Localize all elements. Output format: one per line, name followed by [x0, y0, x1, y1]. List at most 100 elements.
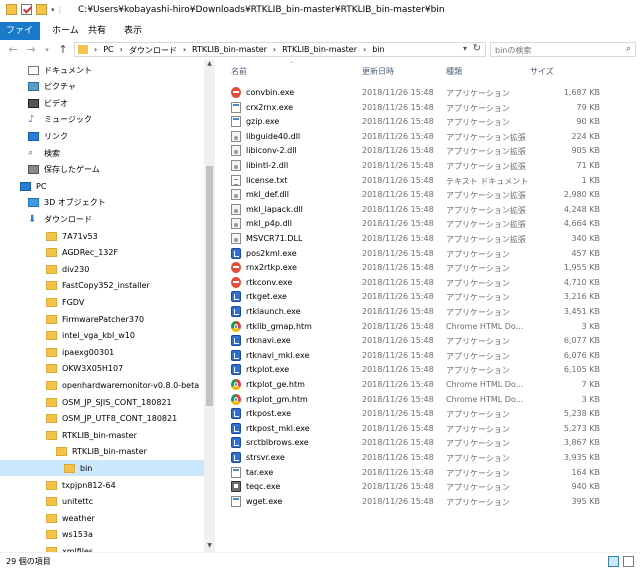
file-row[interactable]: rtkpost.exe 2018/11/26 15:48 アプリケーション 5,238… [228, 406, 628, 421]
file-row[interactable]: mkl_p4p.dll 2018/11/26 15:48 アプリケーション拡張 4,6… [228, 216, 628, 231]
file-row[interactable]: MSVCR71.DLL 2018/11/26 15:48 アプリケーション拡張 340… [228, 231, 628, 246]
tree-item[interactable]: ⬇ ダウンロード [0, 211, 215, 227]
file-type: アプリケーション [446, 278, 510, 288]
file-row[interactable]: rtkpost_mkl.exe 2018/11/26 15:48 アプリケーション 5… [228, 421, 628, 436]
tree-item[interactable]: unitettc [0, 494, 215, 510]
navigation-pane[interactable]: ドキュメント ピクチャ ビデオ ♪ ミュージック リンク ⌕ 検索 保存したゲーム PC 3D オブ… [0, 60, 215, 552]
tab-file[interactable]: ファイル [0, 22, 40, 54]
scroll-up-icon[interactable]: ▲ [204, 60, 215, 70]
breadcrumb-downloads[interactable]: ダウンロード [126, 45, 180, 56]
tab-share[interactable]: 共有 [80, 22, 114, 40]
column-header-type[interactable]: 種類 [446, 64, 462, 80]
obj3d-icon [28, 198, 39, 208]
tree-item[interactable]: ピクチャ [0, 79, 215, 95]
column-header-name[interactable]: 名前 [231, 64, 247, 80]
breadcrumb-rtklib-1[interactable]: RTKLIB_bin-master [189, 45, 270, 56]
file-row[interactable]: teqc.exe 2018/11/26 15:48 アプリケーション 940 KB [228, 479, 628, 494]
file-row[interactable]: rtklaunch.exe 2018/11/26 15:48 アプリケーション 3,4… [228, 304, 628, 319]
tree-item[interactable]: RTKLIB_bin-master [0, 427, 215, 443]
chevron-down-icon[interactable]: ▾ [51, 6, 55, 14]
tree-item[interactable]: ビデオ [0, 95, 215, 111]
details-view-icon[interactable] [608, 556, 619, 567]
file-row[interactable]: mkl_lapack.dll 2018/11/26 15:48 アプリケーション拡張… [228, 202, 628, 217]
file-row[interactable]: gzip.exe 2018/11/26 15:48 アプリケーション 90 KB [228, 114, 628, 129]
file-size: 3,451 KB [563, 307, 600, 316]
up-arrow-icon[interactable]: ↑ [56, 43, 70, 57]
address-dropdown-icon[interactable]: ▾ [463, 44, 467, 53]
breadcrumb-rtklib-2[interactable]: RTKLIB_bin-master [279, 45, 360, 56]
tree-item[interactable]: 保存したゲーム [0, 162, 215, 178]
tree-item[interactable]: ipaexg00301 [0, 344, 215, 360]
breadcrumb-pc[interactable]: PC [100, 45, 116, 56]
large-icons-view-icon[interactable] [623, 556, 634, 567]
file-row[interactable]: rnx2rtkp.exe 2018/11/26 15:48 アプリケーション 1,95… [228, 260, 628, 275]
tab-view[interactable]: 表示 [116, 22, 150, 40]
scroll-down-icon[interactable]: ▼ [204, 542, 215, 552]
tree-item[interactable]: ⌕ 検索 [0, 145, 215, 161]
tree-item[interactable]: ドキュメント [0, 62, 215, 78]
file-type: アプリケーション [446, 351, 510, 361]
file-row[interactable]: crx2rnx.exe 2018/11/26 15:48 アプリケーション 79 KB [228, 100, 628, 115]
tree-item[interactable]: RTKLIB_bin-master [0, 444, 215, 460]
properties-check-icon[interactable] [21, 4, 32, 15]
file-row[interactable]: rtknavi.exe 2018/11/26 15:48 アプリケーション 6,077… [228, 333, 628, 348]
recent-chevron-icon[interactable]: ▾ [40, 43, 54, 57]
file-size: 3,216 KB [563, 292, 600, 302]
file-row[interactable]: tar.exe 2018/11/26 15:48 アプリケーション 164 KB [228, 465, 628, 480]
new-folder-icon[interactable] [36, 4, 47, 15]
tree-item[interactable]: 3D オブジェクト [0, 195, 215, 211]
column-header-date[interactable]: 更新日時 [362, 64, 394, 80]
breadcrumb-bin[interactable]: bin [369, 45, 387, 56]
tree-item[interactable]: ♪ ミュージック [0, 112, 215, 128]
file-row[interactable]: wget.exe 2018/11/26 15:48 アプリケーション 395 KB [228, 494, 628, 509]
tree-item[interactable]: PC [0, 178, 215, 194]
tree-item[interactable]: txpjpn812-64 [0, 477, 215, 493]
sort-caret-icon: ⌃ [289, 61, 295, 68]
file-name: rtklib_gmap.htm [246, 321, 312, 331]
tree-item[interactable]: div230 [0, 261, 215, 277]
file-row[interactable]: rtkplot_gm.htm 2018/11/26 15:48 Chrome HTM… [228, 392, 628, 407]
tree-item[interactable]: weather [0, 510, 215, 526]
file-list[interactable]: 名前 ⌃ 更新日時 種類 サイズ convbin.exe 2018/11/26 1… [221, 60, 640, 552]
forward-arrow-icon[interactable]: → [24, 43, 38, 57]
tree-item-label: ダウンロード [44, 214, 92, 224]
column-header-size[interactable]: サイズ [530, 64, 554, 80]
scrollbar-thumb[interactable] [206, 166, 213, 406]
tree-item[interactable]: OKW3X05H107 [0, 361, 215, 377]
tree-item[interactable]: FGDV [0, 294, 215, 310]
tree-item[interactable]: intel_vga_kbl_w10 [0, 328, 215, 344]
file-size: 90 KB [576, 117, 600, 127]
tree-item[interactable]: 7A71v53 [0, 228, 215, 244]
file-row[interactable]: strsvr.exe 2018/11/26 15:48 アプリケーション 3,935 … [228, 450, 628, 465]
tree-item[interactable]: OSM_JP_SJIS_CONT_180821 [0, 394, 215, 410]
tree-item[interactable]: bin [0, 460, 215, 477]
file-type: アプリケーション [446, 497, 510, 507]
search-input[interactable]: binの検索 ⌕ [490, 42, 636, 57]
file-row[interactable]: libguide40.dll 2018/11/26 15:48 アプリケーション拡張… [228, 129, 628, 144]
file-row[interactable]: license.txt 2018/11/26 15:48 テキスト ドキュメント 1 … [228, 173, 628, 188]
refresh-icon[interactable]: ↻ [473, 43, 481, 54]
file-row[interactable]: rtknavi_mkl.exe 2018/11/26 15:48 アプリケーション 6… [228, 348, 628, 363]
file-row[interactable]: rtkget.exe 2018/11/26 15:48 アプリケーション 3,216 … [228, 289, 628, 304]
tree-item[interactable]: xmlfiles [0, 543, 215, 552]
tree-item[interactable]: AGDRec_132F [0, 245, 215, 261]
navigation-scrollbar[interactable]: ▲ ▼ [204, 60, 215, 552]
file-row[interactable]: rtkplot.exe 2018/11/26 15:48 アプリケーション 6,105… [228, 362, 628, 377]
file-row[interactable]: mkl_def.dll 2018/11/26 15:48 アプリケーション拡張 2,9… [228, 187, 628, 202]
file-row[interactable]: rtklib_gmap.htm 2018/11/26 15:48 Chrome HT… [228, 319, 628, 334]
tree-item[interactable]: FastCopy352_installer [0, 278, 215, 294]
file-row[interactable]: rtkconv.exe 2018/11/26 15:48 アプリケーション 4,710… [228, 275, 628, 290]
tree-item[interactable]: openhardwaremonitor-v0.8.0-beta [0, 377, 215, 393]
file-row[interactable]: srctblbrows.exe 2018/11/26 15:48 アプリケーション 3… [228, 435, 628, 450]
back-arrow-icon[interactable]: ← [6, 43, 20, 57]
file-row[interactable]: convbin.exe 2018/11/26 15:48 アプリケーション 1,687… [228, 85, 628, 100]
address-box[interactable]: › PC › ダウンロード › RTKLIB_bin-master › RTKL… [74, 42, 486, 57]
file-row[interactable]: libiconv-2.dll 2018/11/26 15:48 アプリケーション拡張… [228, 143, 628, 158]
file-row[interactable]: rtkplot_ge.htm 2018/11/26 15:48 Chrome HTM… [228, 377, 628, 392]
tree-item[interactable]: FirmwarePatcher370 [0, 311, 215, 327]
tree-item[interactable]: OSM_JP_UTF8_CONT_180821 [0, 411, 215, 427]
file-row[interactable]: pos2kml.exe 2018/11/26 15:48 アプリケーション 457 K… [228, 246, 628, 261]
tree-item[interactable]: ws153a [0, 527, 215, 543]
tree-item[interactable]: リンク [0, 128, 215, 144]
file-row[interactable]: libintl-2.dll 2018/11/26 15:48 アプリケーション拡張 7… [228, 158, 628, 173]
